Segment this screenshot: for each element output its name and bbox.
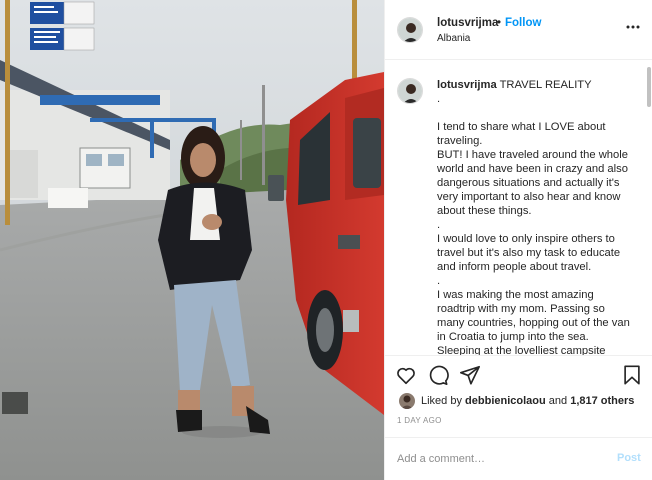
follow-separator: •: [497, 17, 502, 29]
caption-line: BUT! I have traveled around the whole wo…: [437, 149, 628, 217]
more-options-icon[interactable]: [625, 20, 641, 34]
post-photo[interactable]: [0, 0, 384, 480]
caption-title: TRAVEL REALITY: [499, 79, 592, 91]
liker-username[interactable]: debbienicolaou: [465, 395, 546, 407]
share-icon[interactable]: [459, 364, 481, 386]
caption-line: [437, 106, 633, 120]
likes-prefix: Liked by: [421, 395, 462, 407]
caption-line: .: [437, 275, 441, 287]
comment-input[interactable]: [397, 450, 597, 468]
bookmark-icon[interactable]: [621, 364, 643, 386]
likes-text: Liked by debbienicolaou and 1,817 others: [421, 395, 634, 407]
caption-text: lotusvrijma TRAVEL REALITY . I tend to s…: [437, 78, 633, 355]
likes-and: and: [548, 395, 568, 407]
comment-box: Post: [385, 437, 652, 480]
author-username[interactable]: lotusvrijma: [437, 17, 498, 29]
action-bar: [385, 355, 652, 385]
caption-section[interactable]: lotusvrijma TRAVEL REALITY . I tend to s…: [385, 61, 652, 355]
caption-line: I was making the most amazing roadtrip w…: [437, 289, 630, 355]
post-side-panel: lotusvrijma • Follow Albania lotusvrijma…: [384, 0, 652, 480]
likes-others-link[interactable]: 1,817 others: [570, 395, 634, 407]
caption-avatar[interactable]: [397, 78, 423, 104]
likes-summary: Liked by debbienicolaou and 1,817 others: [397, 392, 647, 410]
author-avatar[interactable]: [397, 17, 423, 43]
caption-line: I tend to share what I LOVE about travel…: [437, 121, 606, 147]
post-header: lotusvrijma • Follow Albania: [385, 0, 652, 60]
caption-scrollbar[interactable]: [647, 67, 651, 107]
liker-avatar[interactable]: [399, 393, 415, 409]
caption-username[interactable]: lotusvrijma: [437, 79, 497, 91]
caption-line: I would love to only inspire others to t…: [437, 233, 621, 273]
heart-icon[interactable]: [395, 364, 417, 386]
caption-line: .: [437, 93, 441, 105]
post-location[interactable]: Albania: [437, 33, 470, 44]
comment-icon[interactable]: [427, 364, 449, 386]
post-timestamp[interactable]: 1 DAY AGO: [397, 416, 442, 425]
caption-line: .: [437, 219, 441, 231]
post-comment-button[interactable]: Post: [617, 452, 641, 464]
follow-button[interactable]: Follow: [505, 17, 541, 29]
